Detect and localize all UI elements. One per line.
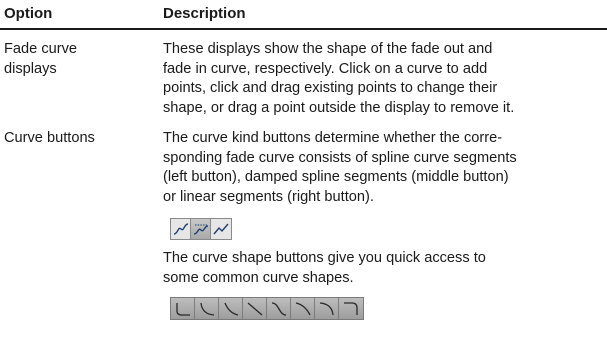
table-header: Option Description	[0, 0, 607, 30]
description-line: or linear segments (right button).	[163, 188, 374, 205]
description-column-header: Description	[163, 5, 246, 22]
curve-shape-2-icon	[198, 301, 216, 317]
description-line: fade in curve, respectively. Click on a …	[163, 60, 488, 77]
damped-spline-icon	[193, 222, 209, 236]
curve-shape-3-icon	[222, 301, 240, 317]
description-fade-curve-displays: These displays show the shape of the fad…	[163, 40, 603, 118]
description-line: The curve shape buttons give you quick a…	[163, 250, 486, 266]
description-line: sponding fade curve consists of spline c…	[163, 149, 517, 166]
spline-curve-button[interactable]	[171, 219, 191, 239]
curve-shape-button-7[interactable]	[315, 298, 339, 319]
header-divider	[0, 28, 607, 30]
option-curve-buttons: Curve buttons	[4, 129, 154, 149]
damped-spline-button[interactable]	[191, 219, 211, 239]
curve-shape-buttons	[170, 297, 364, 320]
curve-shape-5-icon	[270, 301, 288, 317]
curve-shape-button-1[interactable]	[171, 298, 195, 319]
option-line: Fade curve	[4, 41, 78, 57]
description-line: some common curve shapes.	[163, 269, 354, 286]
description-line: These displays show the shape of the fad…	[163, 41, 493, 57]
curve-shape-button-4[interactable]	[243, 298, 267, 319]
curve-shape-button-8[interactable]	[339, 298, 363, 319]
curve-shape-button-6[interactable]	[291, 298, 315, 319]
linear-curve-button[interactable]	[211, 219, 231, 239]
description-line: points, click and drag existing points t…	[163, 80, 498, 97]
option-column-header: Option	[4, 5, 53, 22]
curve-shape-6-icon	[294, 301, 312, 317]
option-line: Curve buttons	[4, 130, 95, 146]
curve-shape-7-icon	[318, 301, 336, 317]
description-line: The curve kind buttons determine whether…	[163, 130, 503, 146]
option-fade-curve-displays: Fade curve displays	[4, 40, 154, 79]
curve-shape-button-3[interactable]	[219, 298, 243, 319]
description-line: (left button), damped spline segments (m…	[163, 169, 509, 186]
option-line: displays	[4, 60, 57, 77]
spline-curve-icon	[173, 222, 189, 236]
curve-kind-buttons	[170, 218, 232, 240]
linear-curve-icon	[213, 222, 229, 236]
description-line: shape, or drag a point outside the displ…	[163, 99, 515, 116]
description-curve-buttons: The curve kind buttons determine whether…	[163, 129, 603, 207]
description-curve-shape-buttons: The curve shape buttons give you quick a…	[163, 249, 603, 288]
curve-shape-button-2[interactable]	[195, 298, 219, 319]
curve-shape-1-icon	[174, 301, 192, 317]
curve-shape-4-icon	[246, 301, 264, 317]
curve-shape-8-icon	[342, 301, 360, 317]
curve-shape-button-5[interactable]	[267, 298, 291, 319]
